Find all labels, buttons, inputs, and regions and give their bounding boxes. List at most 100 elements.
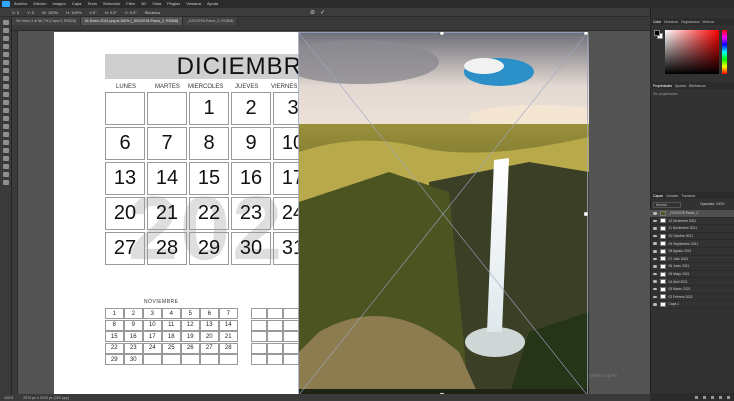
- tab-trazados[interactable]: Trazados: [681, 194, 695, 198]
- new-layer-icon[interactable]: [719, 395, 722, 399]
- layer-name: 05 Mayo 2021: [668, 272, 690, 277]
- visibility-eye-icon[interactable]: [653, 272, 657, 276]
- menu-filtro[interactable]: Filtro: [126, 0, 135, 8]
- visibility-eye-icon[interactable]: [653, 295, 657, 299]
- layer-row[interactable]: 03 Marzo 2021: [650, 286, 734, 294]
- option-h[interactable]: H: 100%: [66, 10, 81, 15]
- visibility-eye-icon[interactable]: [653, 212, 657, 215]
- layer-row[interactable]: 05 Mayo 2021: [650, 271, 734, 279]
- tab-document-2[interactable]: 01 Enero 2021.png al 100% (_DSC0078-Pano…: [80, 17, 184, 25]
- layer-name: 06 Junio 2021: [668, 264, 690, 269]
- tab-capas[interactable]: Capas: [653, 194, 663, 198]
- visibility-eye-icon[interactable]: [653, 250, 657, 253]
- layer-row[interactable]: _DSC0078-Panor_2: [650, 210, 734, 218]
- marquee-tool-icon[interactable]: [2, 28, 9, 33]
- pen-tool-icon[interactable]: [2, 140, 9, 145]
- crop-tool-icon[interactable]: [2, 52, 9, 57]
- photoshop-logo-icon[interactable]: [2, 1, 10, 7]
- layer-row[interactable]: 06 Junio 2021: [650, 263, 734, 271]
- mask-icon[interactable]: [711, 395, 714, 399]
- menu-capa[interactable]: Capa: [72, 0, 82, 8]
- cancel-transform-icon[interactable]: ⊘: [310, 9, 315, 16]
- visibility-eye-icon[interactable]: [653, 242, 657, 245]
- menu-edicion[interactable]: Edición: [33, 0, 46, 8]
- menu-plugins[interactable]: Plugins: [167, 0, 180, 8]
- visibility-eye-icon[interactable]: [653, 257, 657, 261]
- fx-icon[interactable]: [703, 395, 706, 399]
- waterfall-photo[interactable]: [299, 32, 589, 396]
- zoom-level[interactable]: 100%: [4, 396, 13, 400]
- path-select-tool-icon[interactable]: [2, 156, 9, 161]
- tab-color[interactable]: Color: [653, 20, 661, 24]
- frame-tool-icon[interactable]: [2, 60, 9, 65]
- link-layers-icon[interactable]: [695, 395, 698, 399]
- menu-texto[interactable]: Texto: [87, 0, 97, 8]
- stamp-tool-icon[interactable]: [2, 92, 9, 97]
- option-y[interactable]: Y: 0: [27, 10, 34, 15]
- tab-canales[interactable]: Canales: [666, 194, 678, 198]
- option-w[interactable]: W: 100%: [42, 10, 58, 15]
- eraser-tool-icon[interactable]: [2, 108, 9, 113]
- menu-ayuda[interactable]: Ayuda: [207, 0, 218, 8]
- tab-bibliotecas[interactable]: Bibliotecas: [689, 84, 705, 88]
- opacity-field[interactable]: Opacidad: 100%: [700, 202, 724, 206]
- option-skew-v[interactable]: V: 0.0°: [125, 10, 137, 15]
- layer-row[interactable]: 09 Septiembre 2021: [650, 240, 734, 248]
- menu-3d[interactable]: 3D: [141, 0, 146, 8]
- option-skew-h[interactable]: H: 0.0°: [105, 10, 117, 15]
- visibility-eye-icon[interactable]: [653, 303, 657, 306]
- eyedropper-tool-icon[interactable]: [2, 68, 9, 73]
- blur-tool-icon[interactable]: [2, 124, 9, 129]
- tab-propiedades[interactable]: Propiedades: [653, 84, 672, 88]
- layer-row[interactable]: 02 Febrero 2021: [650, 294, 734, 302]
- tab-ajustes[interactable]: Ajustes: [675, 84, 686, 88]
- hue-slider[interactable]: [722, 30, 727, 74]
- layer-row[interactable]: 04 Abril 2021: [650, 278, 734, 286]
- type-tool-icon[interactable]: [2, 148, 9, 153]
- layer-row[interactable]: 12 Diciembre 2021: [650, 218, 734, 226]
- visibility-eye-icon[interactable]: [653, 280, 657, 283]
- layer-row[interactable]: Capa 1: [650, 301, 734, 309]
- blend-mode-select[interactable]: Normal: [653, 202, 681, 208]
- menu-archivo[interactable]: Archivo: [14, 0, 27, 8]
- menu-imagen[interactable]: Imagen: [52, 0, 65, 8]
- visibility-eye-icon[interactable]: [653, 234, 657, 238]
- lasso-tool-icon[interactable]: [2, 36, 9, 41]
- calendar-document[interactable]: 20 2 DICIEMBRE LUNES MARTES MIERCOLES JUE…: [54, 32, 617, 396]
- move-tool-icon[interactable]: [2, 20, 9, 25]
- visibility-eye-icon[interactable]: [653, 265, 657, 268]
- history-brush-tool-icon[interactable]: [2, 100, 9, 105]
- trash-icon[interactable]: [727, 395, 730, 399]
- layer-row[interactable]: 07 Julio 2021: [650, 256, 734, 264]
- quick-select-tool-icon[interactable]: [2, 44, 9, 49]
- dodge-tool-icon[interactable]: [2, 132, 9, 137]
- brush-tool-icon[interactable]: [2, 84, 9, 89]
- zoom-tool-icon[interactable]: [2, 180, 9, 185]
- gradient-tool-icon[interactable]: [2, 116, 9, 121]
- tab-degradados[interactable]: Degradados: [681, 20, 699, 24]
- hand-tool-icon[interactable]: [2, 172, 9, 177]
- menu-vista[interactable]: Vista: [152, 0, 161, 8]
- visibility-eye-icon[interactable]: [653, 287, 657, 291]
- option-interpolation[interactable]: Bicúbica: [145, 10, 160, 15]
- option-rotate[interactable]: 0.0°: [90, 10, 97, 15]
- visibility-eye-icon[interactable]: [653, 227, 657, 230]
- option-x[interactable]: X: 0: [12, 10, 19, 15]
- rectangle-tool-icon[interactable]: [2, 164, 9, 169]
- layer-row[interactable]: 08 Agosto 2021: [650, 248, 734, 256]
- commit-transform-icon[interactable]: ✓: [320, 9, 325, 16]
- healing-tool-icon[interactable]: [2, 76, 9, 81]
- visibility-eye-icon[interactable]: [653, 219, 657, 223]
- layer-row[interactable]: 11 Noviembre 2021: [650, 225, 734, 233]
- tab-document-1[interactable]: Sin título-3 al 66,7% (Capa 0, RGB/8): [12, 17, 81, 25]
- menu-ventana[interactable]: Ventana: [186, 0, 201, 8]
- menu-seleccion[interactable]: Selección: [103, 0, 120, 8]
- tab-muestras[interactable]: Muestras: [664, 20, 678, 24]
- color-picker-field[interactable]: [665, 30, 719, 74]
- tab-motivos[interactable]: Motivos: [703, 20, 715, 24]
- canvas-area[interactable]: 20 2 DICIEMBRE LUNES MARTES MIERCOLES JUE…: [18, 31, 650, 396]
- layer-row[interactable]: 10 Octubre 2021: [650, 233, 734, 241]
- tab-document-3[interactable]: _DSC0078-Panor_2, RGB/8): [183, 17, 239, 25]
- fg-bg-swatches[interactable]: [654, 30, 663, 39]
- foreground-color-swatch[interactable]: [654, 30, 660, 36]
